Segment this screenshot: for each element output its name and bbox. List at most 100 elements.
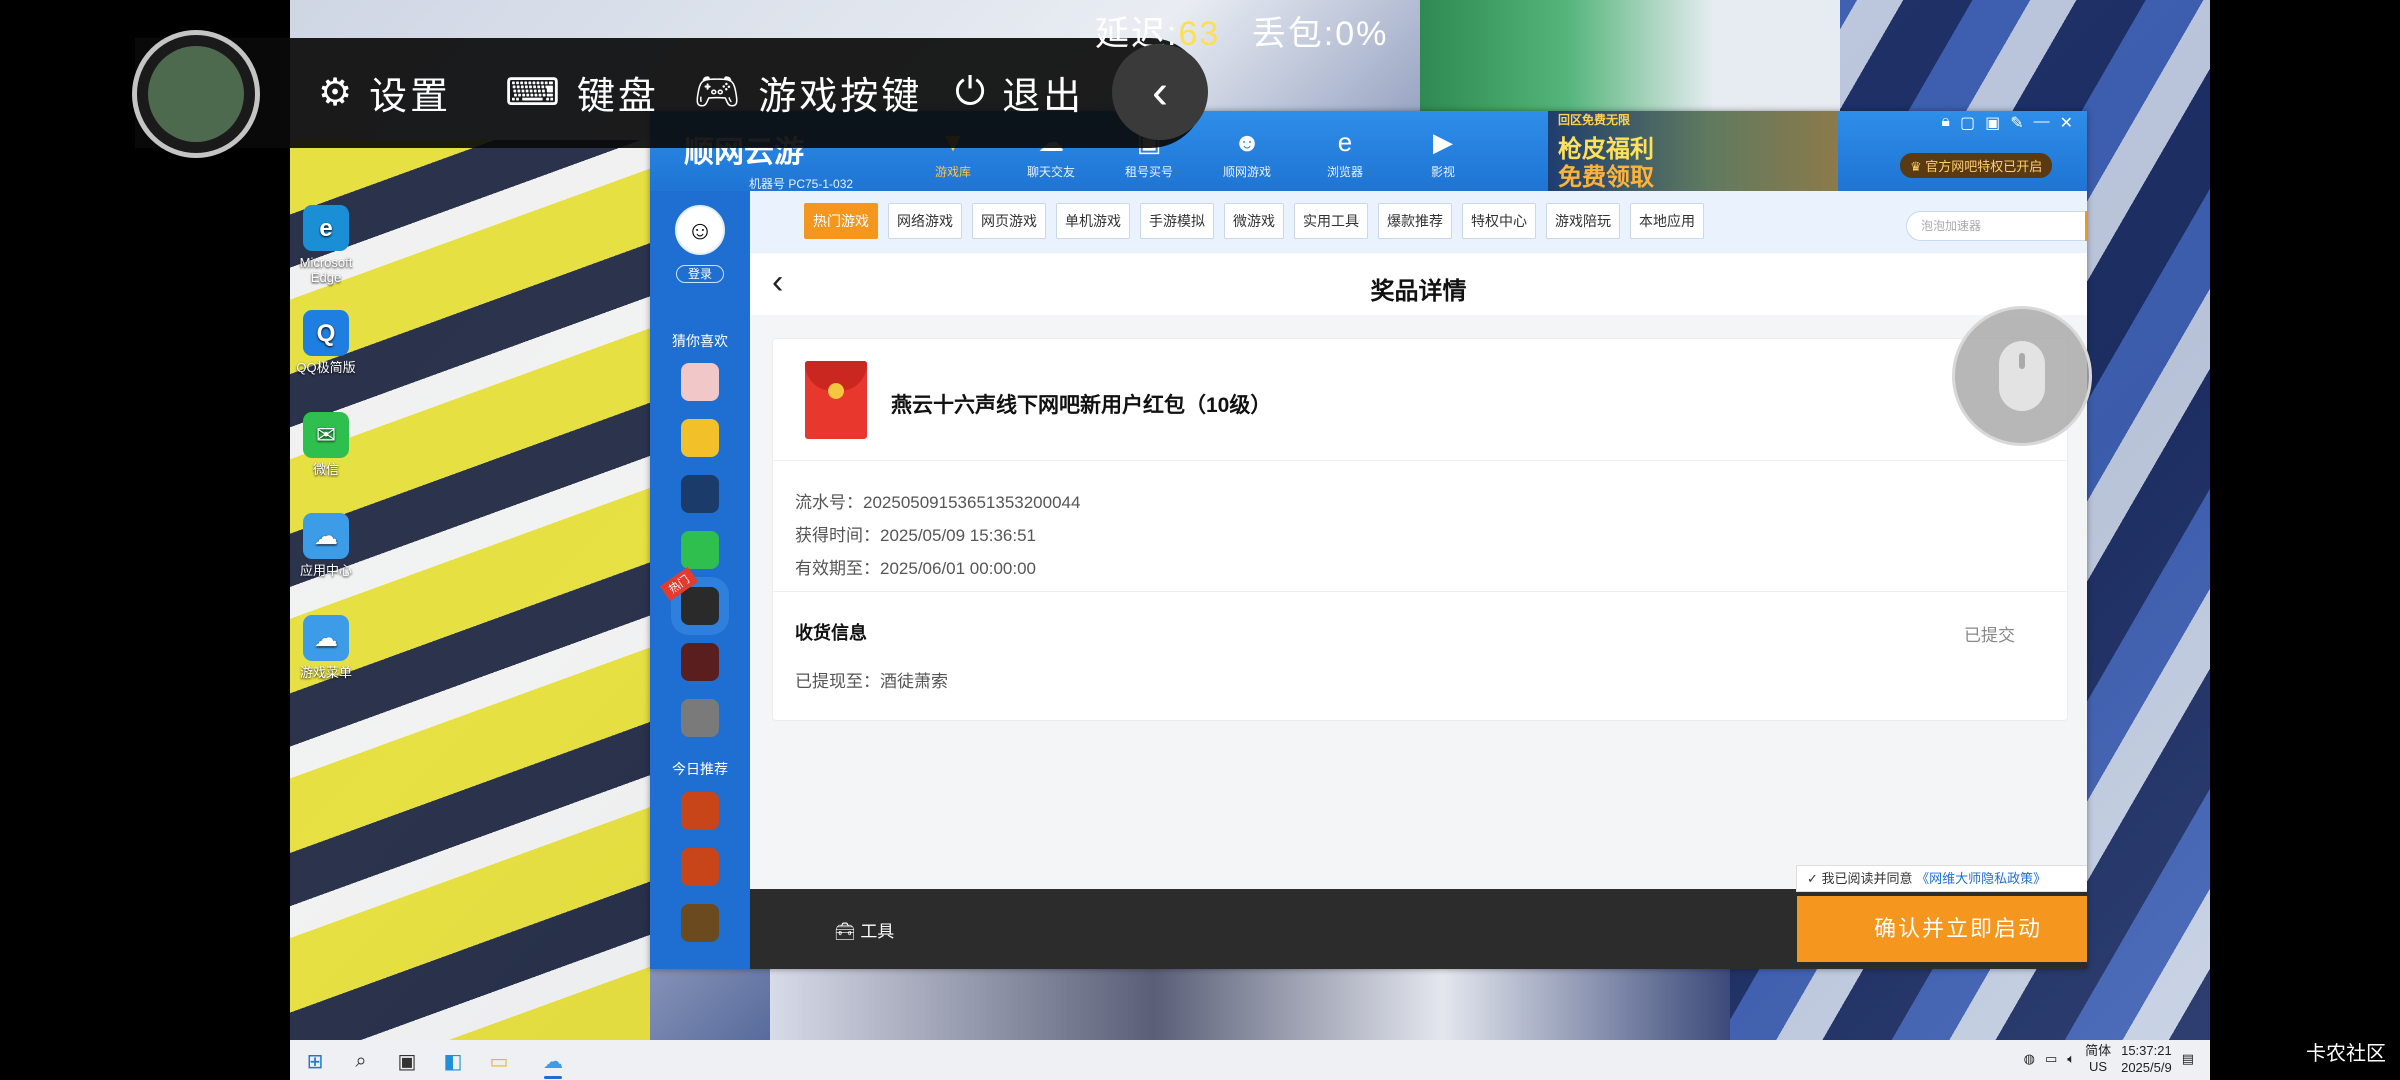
nav-label: 游戏库 xyxy=(934,165,971,179)
clock-time: 15:37:21 xyxy=(2121,1043,2172,1058)
vip-tag[interactable]: ♛ 官方网吧特权已开启 xyxy=(1900,153,2053,178)
search-input[interactable]: 泡泡加速器 xyxy=(1906,211,2087,241)
overlay-exit[interactable]: ⏻ 退出 xyxy=(955,62,1084,122)
category-tab[interactable]: 微游戏 xyxy=(1224,203,1284,239)
sidebar-game-cf-2[interactable] xyxy=(681,848,719,886)
page-title: 奖品详情 xyxy=(1370,278,1467,305)
close-icon[interactable]: ✕ xyxy=(2060,113,2073,133)
category-tab[interactable]: 网络游戏 xyxy=(888,203,962,239)
sidebar-game-steam[interactable] xyxy=(681,475,719,513)
latency-value: 63 xyxy=(1178,15,1221,53)
promo-banner[interactable]: 回区免费无限 枪皮福利 免费领取 xyxy=(1548,111,1838,191)
overlay-settings[interactable]: ⚙ 设置 xyxy=(318,62,451,122)
gear-icon: ⚙ xyxy=(318,71,356,114)
input-language[interactable]: 简体 US xyxy=(2085,1043,2111,1075)
keyboard-icon: ⌨ xyxy=(505,71,563,114)
desktop-icon-qq[interactable]: Q QQ极简版 xyxy=(296,310,356,375)
packet-loss-label: 丢包: xyxy=(1251,15,1336,53)
sidebar-game-2[interactable] xyxy=(681,419,719,457)
widgets-icon[interactable]: ◧ xyxy=(440,1048,466,1074)
lock-icon[interactable]: 🔒︎ xyxy=(1941,113,1950,133)
sidebar-game-selected[interactable] xyxy=(681,587,719,625)
checkmark-icon: ✓ xyxy=(1807,871,1822,886)
left-sidebar: ☺ 登录 猜你喜欢 热门 今日推荐 xyxy=(650,191,750,969)
category-tab[interactable]: 网页游戏 xyxy=(972,203,1046,239)
windows-start-icon[interactable]: ⊞ xyxy=(302,1048,328,1074)
video-icon: ▶ xyxy=(1433,127,1453,157)
active-app-indicator xyxy=(544,1076,562,1079)
sidebar-game-10[interactable] xyxy=(681,904,719,942)
overlay-keyboard[interactable]: ⌨ 键盘 xyxy=(505,62,659,122)
category-tab[interactable]: 本地应用 xyxy=(1630,203,1704,239)
file-explorer-icon[interactable]: ▭ xyxy=(486,1048,512,1074)
overlay-item-label: 游戏按键 xyxy=(758,75,923,118)
nav-label: 浏览器 xyxy=(1326,165,1363,179)
notification-icon[interactable]: ▤ xyxy=(2182,1051,2194,1067)
shirt-icon[interactable]: ▣ xyxy=(1985,113,2000,133)
edit-icon[interactable]: ✎ xyxy=(2010,113,2023,133)
file-icon[interactable]: ▢ xyxy=(1960,113,1975,133)
sidebar-game-6[interactable] xyxy=(681,643,719,681)
overlay-game-keys[interactable]: 🎮︎ 游戏按键 xyxy=(693,62,922,122)
sidebar-game-cf-1[interactable] xyxy=(681,792,719,830)
category-tab[interactable]: 特权中心 xyxy=(1462,203,1536,239)
sidebar-game-7[interactable] xyxy=(681,699,719,737)
floating-ball[interactable] xyxy=(132,30,260,158)
today-recommend-label: 今日推荐 xyxy=(672,761,728,777)
search-icon[interactable]: ⌕ xyxy=(2085,211,2087,241)
desktop-icon-label: 应用中心 xyxy=(299,563,352,578)
nav-label: 租号买号 xyxy=(1124,165,1173,179)
category-tab[interactable]: 爆款推荐 xyxy=(1378,203,1452,239)
back-arrow-icon[interactable]: ‹ xyxy=(772,263,783,302)
privacy-agreement[interactable]: ✓ 我已阅读并同意 《网维大师隐私政策》 xyxy=(1796,865,2087,892)
network-icon[interactable]: ◍ xyxy=(2024,1051,2035,1067)
nav-shunwang-games[interactable]: ☻ 顺网游戏 xyxy=(1198,127,1296,180)
desktop-icon-edge[interactable]: e Microsoft Edge xyxy=(296,205,356,285)
watermark: 卡农社区 xyxy=(2306,1043,2386,1065)
browser-icon: e xyxy=(1337,127,1353,157)
desktop-icon-wechat[interactable]: ✉ 微信 xyxy=(296,412,356,477)
volume-icon[interactable]: 🔈︎ xyxy=(2067,1051,2075,1067)
desktop-icon-game-menu[interactable]: ☁ 游戏菜单 xyxy=(296,615,356,680)
qq-icon: Q xyxy=(303,310,349,356)
cloud-app-taskbar-icon[interactable]: ☁ xyxy=(540,1048,566,1074)
wallpaper-art-bottom xyxy=(770,968,1730,1043)
mouse-mode-button[interactable] xyxy=(1952,306,2092,446)
red-packet-icon xyxy=(805,361,867,439)
screen: e Microsoft Edge Q QQ极简版 ✉ 微信 ☁ 应用中心 ☁ 游… xyxy=(0,0,2400,1080)
desktop-icon-app-center[interactable]: ☁ 应用中心 xyxy=(296,513,356,578)
desktop-icon-label: QQ极简版 xyxy=(296,360,356,375)
task-view-icon[interactable]: ▣ xyxy=(394,1048,420,1074)
prize-card: 燕云十六声线下网吧新用户红包（10级） 流水号：2025050915365135… xyxy=(772,338,2069,721)
avatar[interactable]: ☺ xyxy=(675,205,725,255)
clock[interactable]: 15:37:21 2025/5/9 xyxy=(2121,1042,2172,1076)
confirm-start-button[interactable]: 确认并立即启动 xyxy=(1797,896,2087,962)
system-tray: ◍ ▭ 🔈︎ 简体 US 15:37:21 2025/5/9 ▤ xyxy=(2024,1042,2194,1076)
desktop-icon-label: 微信 xyxy=(312,462,339,477)
minimize-icon[interactable]: — xyxy=(2034,113,2050,133)
category-tab[interactable]: 单机游戏 xyxy=(1056,203,1130,239)
sidebar-game-wechat[interactable] xyxy=(681,531,719,569)
category-bar: 热门游戏 网络游戏 网页游戏 单机游戏 手游模拟 微游戏 实用工具 爆款推荐 特… xyxy=(750,191,2087,253)
category-tab[interactable]: 游戏陪玩 xyxy=(1546,203,1620,239)
privacy-policy-link[interactable]: 《网维大师隐私政策》 xyxy=(1916,871,2046,886)
wechat-icon: ✉ xyxy=(303,412,349,458)
login-button[interactable]: 登录 xyxy=(676,265,724,283)
category-tab[interactable]: 手游模拟 xyxy=(1140,203,1214,239)
display-icon[interactable]: ▭ xyxy=(2045,1051,2057,1067)
collapse-overlay-button[interactable]: ‹ xyxy=(1112,44,1208,140)
agree-text: 我已阅读并同意 xyxy=(1821,871,1913,886)
banner-line3: 免费领取 xyxy=(1558,164,1654,191)
nav-video[interactable]: ▶ 影视 xyxy=(1394,127,1492,180)
nav-browser[interactable]: e 浏览器 xyxy=(1296,127,1394,180)
nav-label: 影视 xyxy=(1430,165,1455,179)
search-icon[interactable]: ⌕ xyxy=(348,1048,374,1074)
clock-date: 2025/5/9 xyxy=(2121,1060,2172,1075)
desktop-icon-label: Microsoft Edge xyxy=(299,255,353,285)
category-tab[interactable]: 实用工具 xyxy=(1294,203,1368,239)
tools-button[interactable]: 🧰︎ 工具 xyxy=(834,917,894,942)
sidebar-game-1[interactable] xyxy=(681,363,719,401)
overlay-item-label: 退出 xyxy=(1002,75,1085,118)
category-tab[interactable]: 热门游戏 xyxy=(804,203,878,239)
receive-info-title: 收货信息 xyxy=(795,623,867,643)
